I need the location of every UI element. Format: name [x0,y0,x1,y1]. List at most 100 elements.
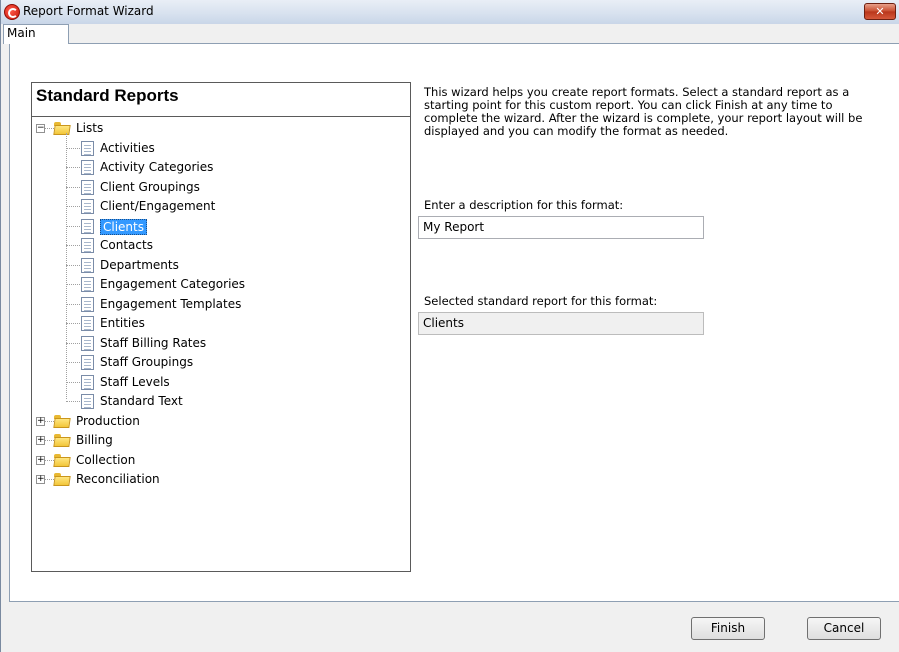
expand-icon[interactable]: + [36,475,45,484]
document-icon [81,199,94,214]
tree-item-label: Client/Engagement [100,199,216,213]
document-icon [81,140,94,156]
tab-strip: Main [1,24,899,44]
tree-connector [45,440,54,441]
document-icon [81,335,94,351]
expand-icon[interactable]: + [36,455,45,465]
tree-folder-label: Collection [76,452,136,467]
tree-connector [66,225,80,227]
tree-item-clients[interactable]: Clients [32,217,402,235]
document-icon [81,218,94,234]
tree-connector [66,147,80,149]
tree-connector [66,206,80,207]
folder-icon [54,414,70,428]
tree-connector [66,323,80,324]
document-icon [81,160,94,175]
tree-item-departments[interactable]: Departments [32,256,402,274]
button-bar: Finish Cancel [1,602,899,652]
document-icon [81,374,94,390]
tree-connector [66,381,80,383]
tree-folder-lists[interactable]: − Lists [32,119,402,137]
tree-folder-collection[interactable]: + Collection [32,451,402,469]
tree-item-label: Clients [100,218,147,235]
tree-item-label: Entities [100,316,145,330]
tree-connector [66,245,80,246]
document-icon [81,277,94,292]
standard-reports-box: Standard Reports − Lists Activities Activit… [31,82,411,572]
folder-icon [54,122,70,135]
tree-connector [66,186,80,188]
tree-folder-label: Production [76,413,140,428]
tree-item-label: Staff Billing Rates [100,335,207,350]
collapse-icon[interactable]: − [36,124,45,133]
description-input[interactable]: My Report [418,216,704,239]
close-button[interactable]: ✕ [864,3,896,20]
tree-connector [66,401,80,402]
tree-item-label: Activities [100,140,155,155]
tree-connector [45,479,54,480]
tree-folder-label: Reconciliation [76,472,160,486]
tree-connector [45,459,54,461]
tree-connector [66,342,80,344]
tree-item-engagement-categories[interactable]: Engagement Categories [32,275,402,293]
tree-item-standard-text[interactable]: Standard Text [32,392,402,410]
tree-item-label: Engagement Categories [100,277,246,291]
tree-item-activities[interactable]: Activities [32,139,402,157]
tree-connector [66,264,80,266]
tree-folder-label: Billing [76,433,113,447]
document-icon [81,238,94,253]
tree-item-label: Activity Categories [100,160,214,174]
tree-connector [66,133,67,399]
document-icon [81,394,94,409]
app-logo-icon [4,4,20,20]
tree-item-label: Staff Levels [100,374,170,389]
title-bar[interactable]: Report Format Wizard ✕ [1,0,899,25]
tree-connector [66,303,80,305]
tree-connector [45,128,54,129]
document-icon [81,257,94,273]
tree-folder-label: Lists [76,121,104,135]
description-label: Enter a description for this format: [424,198,624,212]
tree-folder-reconciliation[interactable]: + Reconciliation [32,470,402,488]
cancel-button[interactable]: Cancel [807,617,881,640]
tree-item-client-engagement[interactable]: Client/Engagement [32,197,402,215]
tree-item-staff-billing-rates[interactable]: Staff Billing Rates [32,334,402,352]
folder-icon [54,473,70,486]
tree-item-staff-levels[interactable]: Staff Levels [32,373,402,391]
selected-report-field: Clients [418,312,704,335]
tree-item-label: Staff Groupings [100,355,194,369]
tree-item-staff-groupings[interactable]: Staff Groupings [32,353,402,371]
tree-connector [66,167,80,168]
report-format-wizard-window: Report Format Wizard ✕ Main Standard Rep… [0,0,899,652]
document-icon [81,296,94,312]
document-icon [81,316,94,331]
folder-icon [54,453,70,467]
wizard-intro-text: This wizard helps you create report form… [424,85,863,138]
tree-item-contacts[interactable]: Contacts [32,236,402,254]
tab-main[interactable]: Main [3,24,69,44]
folder-icon [54,434,70,447]
selected-report-label: Selected standard report for this format… [424,294,658,308]
tree-connector [66,284,80,285]
window-title: Report Format Wizard [23,4,154,18]
tree-item-client-groupings[interactable]: Client Groupings [32,178,402,196]
finish-button[interactable]: Finish [691,617,765,640]
tree-item-label: Client Groupings [100,179,200,194]
report-tree[interactable]: − Lists Activities Activity Categories Clien… [32,116,410,571]
expand-icon[interactable]: + [36,416,45,426]
tree-item-label: Standard Text [100,394,183,408]
tree-connector [66,362,80,363]
document-icon [81,179,94,195]
tree-item-label: Contacts [100,238,153,252]
document-icon [81,355,94,370]
tree-connector [45,420,54,422]
tree-item-activity-categories[interactable]: Activity Categories [32,158,402,176]
tree-folder-production[interactable]: + Production [32,412,402,430]
tree-item-label: Engagement Templates [100,296,242,311]
tree-item-label: Departments [100,257,179,272]
standard-reports-title: Standard Reports [36,86,179,105]
tree-item-engagement-templates[interactable]: Engagement Templates [32,295,402,313]
tree-item-entities[interactable]: Entities [32,314,402,332]
expand-icon[interactable]: + [36,436,45,445]
tree-folder-billing[interactable]: + Billing [32,431,402,449]
